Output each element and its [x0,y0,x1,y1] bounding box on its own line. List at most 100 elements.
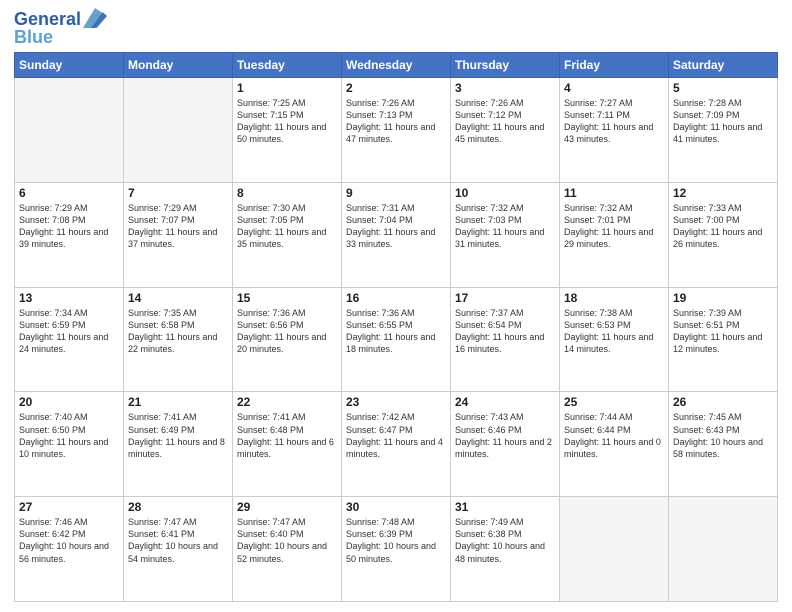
day-number: 6 [19,186,119,200]
day-info: Sunrise: 7:32 AMSunset: 7:01 PMDaylight:… [564,202,664,251]
calendar-day-cell: 4Sunrise: 7:27 AMSunset: 7:11 PMDaylight… [560,78,669,183]
day-number: 9 [346,186,446,200]
calendar-day-cell: 20 Sunrise: 7:40 AMSunset: 6:50 PMDayligh… [15,392,124,497]
day-number: 19 [673,291,773,305]
day-number: 27 [19,500,119,514]
calendar-day-cell: 9Sunrise: 7:31 AMSunset: 7:04 PMDaylight… [342,182,451,287]
calendar-day-cell: 30 Sunrise: 7:48 AMSunset: 6:39 PMDayligh… [342,497,451,602]
day-info: Sunrise: 7:28 AMSunset: 7:09 PMDaylight:… [673,97,773,146]
day-number: 28 [128,500,228,514]
calendar-header-row: SundayMondayTuesdayWednesdayThursdayFrid… [15,53,778,78]
calendar-day-cell: 14 Sunrise: 7:35 AMSunset: 6:58 PMDayligh… [124,287,233,392]
day-info: Sunrise: 7:47 AMSunset: 6:40 PMDaylight:… [237,516,337,565]
day-number: 16 [346,291,446,305]
day-info: Sunrise: 7:34 AMSunset: 6:59 PMDaylight:… [19,307,119,356]
calendar-day-cell [15,78,124,183]
calendar-day-cell: 10 Sunrise: 7:32 AMSunset: 7:03 PMDayligh… [451,182,560,287]
day-info: Sunrise: 7:38 AMSunset: 6:53 PMDaylight:… [564,307,664,356]
calendar-day-cell [124,78,233,183]
calendar-day-header: Saturday [669,53,778,78]
day-number: 1 [237,81,337,95]
page: General Blue SundayMondayTues [0,0,792,612]
calendar-day-header: Monday [124,53,233,78]
day-number: 22 [237,395,337,409]
calendar-day-cell: 19 Sunrise: 7:39 AMSunset: 6:51 PMDayligh… [669,287,778,392]
calendar-week-row: 1Sunrise: 7:25 AMSunset: 7:15 PMDaylight… [15,78,778,183]
calendar-day-header: Thursday [451,53,560,78]
calendar-day-header: Tuesday [233,53,342,78]
calendar-day-cell: 17Sunrise: 7:37 AMSunset: 6:54 PMDayligh… [451,287,560,392]
day-info: Sunrise: 7:41 AMSunset: 6:48 PMDaylight:… [237,411,337,460]
day-info: Sunrise: 7:33 AMSunset: 7:00 PMDaylight:… [673,202,773,251]
day-number: 15 [237,291,337,305]
day-info: Sunrise: 7:30 AMSunset: 7:05 PMDaylight:… [237,202,337,251]
day-number: 20 [19,395,119,409]
calendar-day-cell: 8Sunrise: 7:30 AMSunset: 7:05 PMDaylight… [233,182,342,287]
calendar-day-cell: 24Sunrise: 7:43 AMSunset: 6:46 PMDayligh… [451,392,560,497]
day-info: Sunrise: 7:45 AMSunset: 6:43 PMDaylight:… [673,411,773,460]
logo-text-general: General [14,10,81,28]
day-number: 17 [455,291,555,305]
day-info: Sunrise: 7:26 AMSunset: 7:12 PMDaylight:… [455,97,555,146]
calendar-week-row: 13 Sunrise: 7:34 AMSunset: 6:59 PMDayligh… [15,287,778,392]
calendar-day-cell: 1Sunrise: 7:25 AMSunset: 7:15 PMDaylight… [233,78,342,183]
day-number: 26 [673,395,773,409]
calendar-day-cell: 7 Sunrise: 7:29 AMSunset: 7:07 PMDaylight… [124,182,233,287]
day-info: Sunrise: 7:40 AMSunset: 6:50 PMDaylight:… [19,411,119,460]
calendar-day-cell: 26 Sunrise: 7:45 AMSunset: 6:43 PMDayligh… [669,392,778,497]
calendar-week-row: 20 Sunrise: 7:40 AMSunset: 6:50 PMDayligh… [15,392,778,497]
calendar-day-cell: 2 Sunrise: 7:26 AMSunset: 7:13 PMDaylight… [342,78,451,183]
day-info: Sunrise: 7:35 AMSunset: 6:58 PMDaylight:… [128,307,228,356]
calendar-day-cell: 23 Sunrise: 7:42 AMSunset: 6:47 PMDayligh… [342,392,451,497]
day-info: Sunrise: 7:47 AMSunset: 6:41 PMDaylight:… [128,516,228,565]
day-info: Sunrise: 7:26 AMSunset: 7:13 PMDaylight:… [346,97,446,146]
day-number: 13 [19,291,119,305]
day-info: Sunrise: 7:46 AMSunset: 6:42 PMDaylight:… [19,516,119,565]
calendar-week-row: 27 Sunrise: 7:46 AMSunset: 6:42 PMDayligh… [15,497,778,602]
day-number: 31 [455,500,555,514]
day-number: 7 [128,186,228,200]
calendar-day-cell: 16 Sunrise: 7:36 AMSunset: 6:55 PMDayligh… [342,287,451,392]
calendar-day-cell [669,497,778,602]
day-number: 30 [346,500,446,514]
calendar-day-header: Friday [560,53,669,78]
day-info: Sunrise: 7:32 AMSunset: 7:03 PMDaylight:… [455,202,555,251]
day-number: 3 [455,81,555,95]
day-info: Sunrise: 7:41 AMSunset: 6:49 PMDaylight:… [128,411,228,460]
day-number: 10 [455,186,555,200]
calendar-day-cell: 13 Sunrise: 7:34 AMSunset: 6:59 PMDayligh… [15,287,124,392]
day-number: 18 [564,291,664,305]
day-number: 24 [455,395,555,409]
day-info: Sunrise: 7:39 AMSunset: 6:51 PMDaylight:… [673,307,773,356]
calendar-day-cell: 25Sunrise: 7:44 AMSunset: 6:44 PMDayligh… [560,392,669,497]
day-info: Sunrise: 7:48 AMSunset: 6:39 PMDaylight:… [346,516,446,565]
calendar-day-header: Sunday [15,53,124,78]
day-info: Sunrise: 7:49 AMSunset: 6:38 PMDaylight:… [455,516,555,565]
calendar-day-cell [560,497,669,602]
day-info: Sunrise: 7:36 AMSunset: 6:55 PMDaylight:… [346,307,446,356]
day-info: Sunrise: 7:42 AMSunset: 6:47 PMDaylight:… [346,411,446,460]
day-info: Sunrise: 7:44 AMSunset: 6:44 PMDaylight:… [564,411,664,460]
calendar-week-row: 6Sunrise: 7:29 AMSunset: 7:08 PMDaylight… [15,182,778,287]
day-number: 12 [673,186,773,200]
day-number: 23 [346,395,446,409]
calendar-day-cell: 22 Sunrise: 7:41 AMSunset: 6:48 PMDayligh… [233,392,342,497]
day-number: 14 [128,291,228,305]
day-number: 29 [237,500,337,514]
calendar-day-cell: 3 Sunrise: 7:26 AMSunset: 7:12 PMDaylight… [451,78,560,183]
day-info: Sunrise: 7:36 AMSunset: 6:56 PMDaylight:… [237,307,337,356]
calendar-day-cell: 5Sunrise: 7:28 AMSunset: 7:09 PMDaylight… [669,78,778,183]
calendar-day-cell: 21 Sunrise: 7:41 AMSunset: 6:49 PMDayligh… [124,392,233,497]
day-info: Sunrise: 7:27 AMSunset: 7:11 PMDaylight:… [564,97,664,146]
logo: General Blue [14,10,107,46]
calendar-day-cell: 6Sunrise: 7:29 AMSunset: 7:08 PMDaylight… [15,182,124,287]
calendar-table: SundayMondayTuesdayWednesdayThursdayFrid… [14,52,778,602]
day-number: 21 [128,395,228,409]
header: General Blue [14,10,778,46]
logo-icon [83,8,107,28]
calendar-day-cell: 28 Sunrise: 7:47 AMSunset: 6:41 PMDayligh… [124,497,233,602]
calendar-day-cell: 27 Sunrise: 7:46 AMSunset: 6:42 PMDayligh… [15,497,124,602]
calendar-day-cell: 11Sunrise: 7:32 AMSunset: 7:01 PMDayligh… [560,182,669,287]
day-number: 2 [346,81,446,95]
day-info: Sunrise: 7:29 AMSunset: 7:07 PMDaylight:… [128,202,228,251]
